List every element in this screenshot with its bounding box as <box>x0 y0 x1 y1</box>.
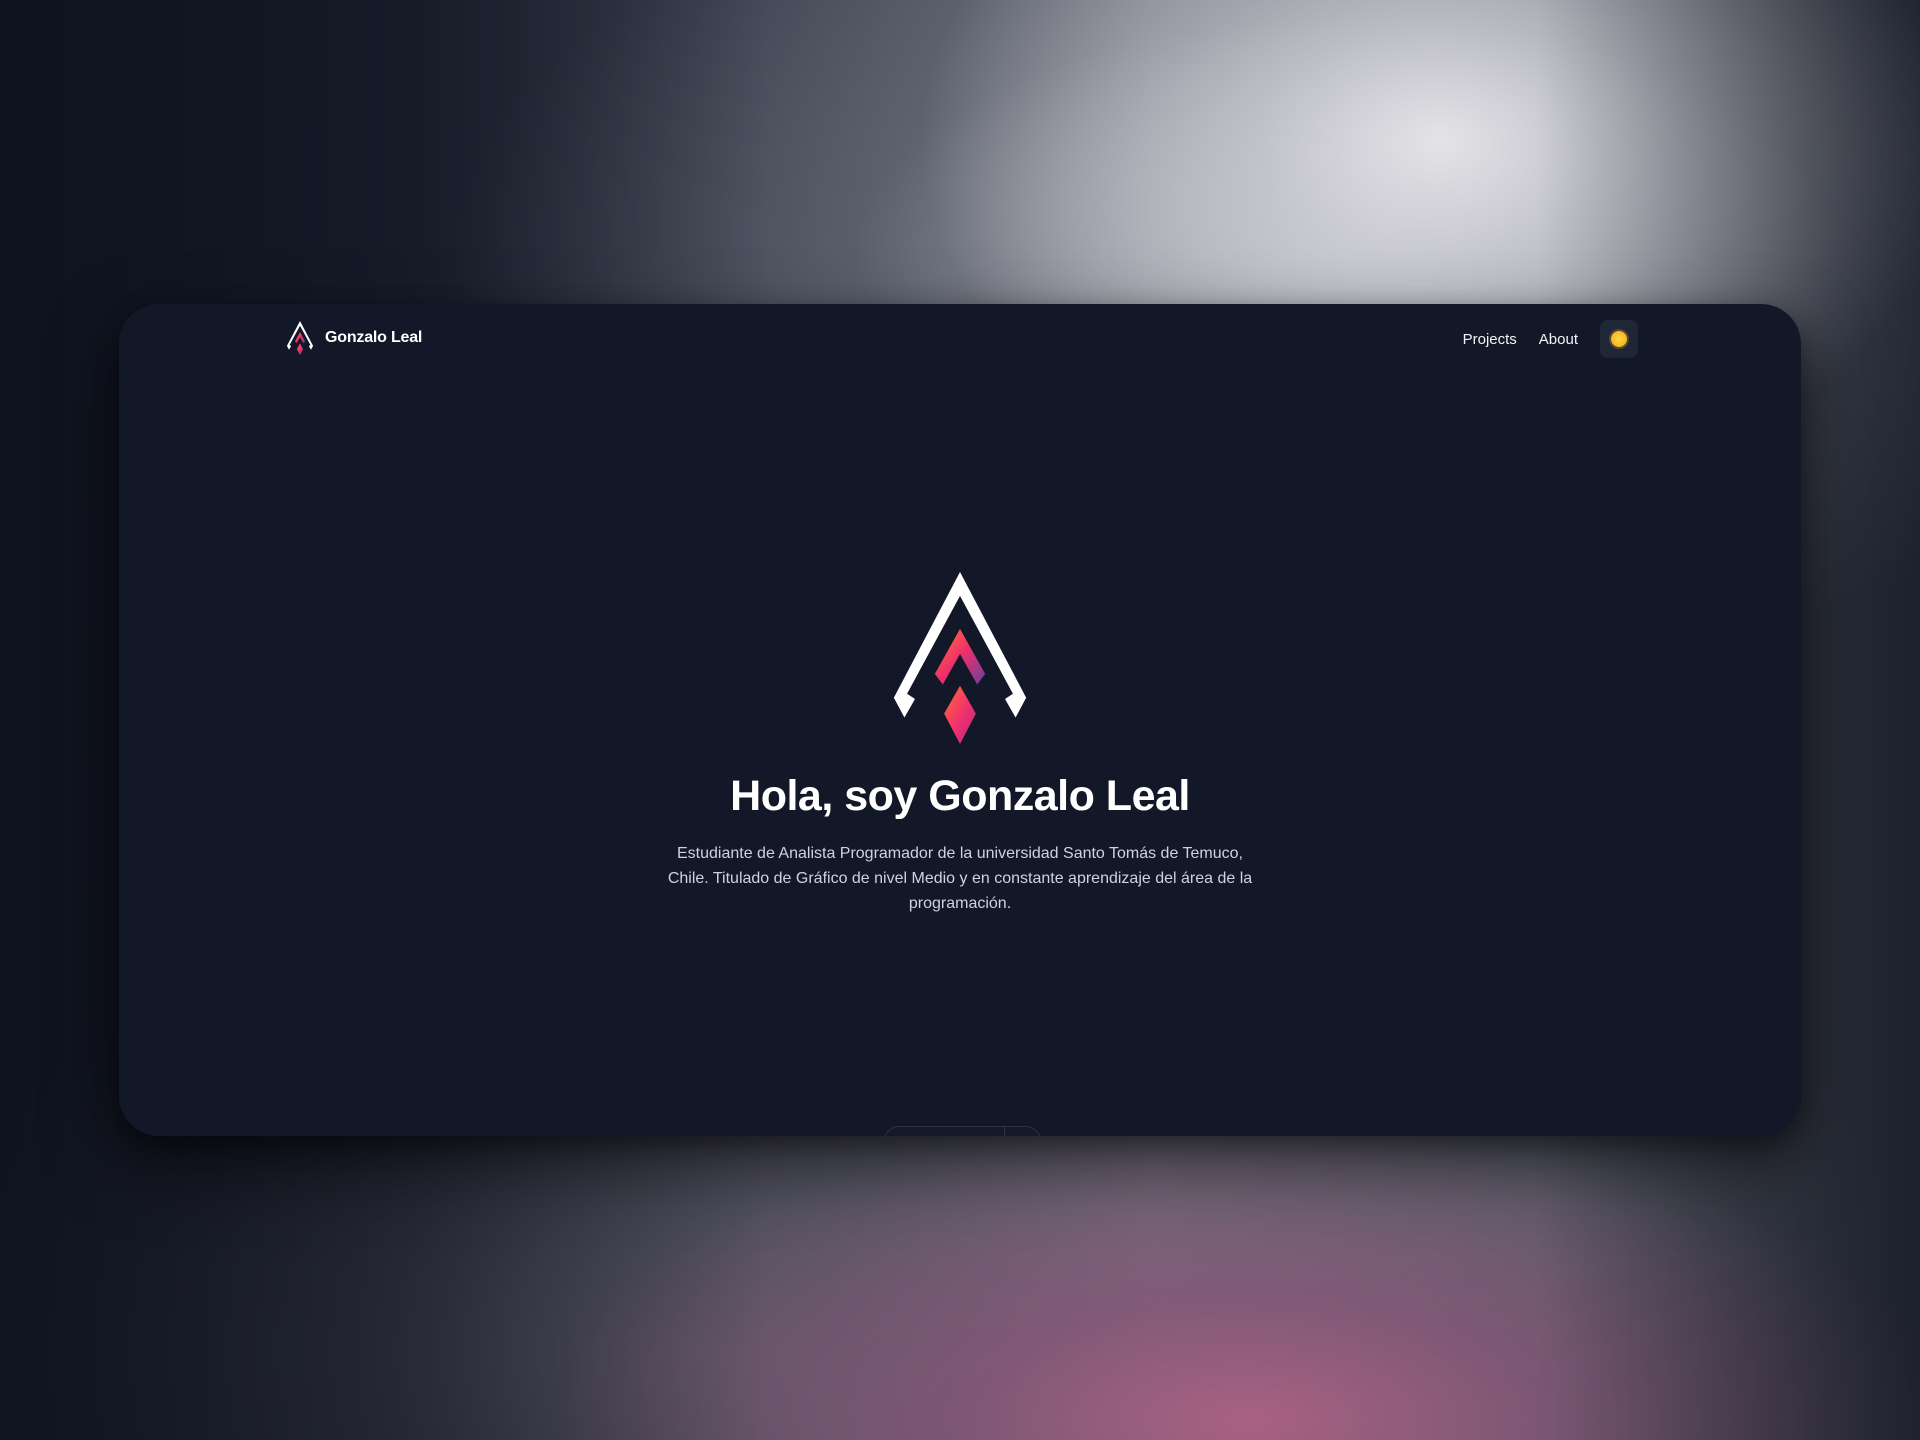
brand-logo-icon <box>286 321 314 355</box>
hero-description: Estudiante de Analista Programador de la… <box>667 845 1253 912</box>
hero-logo-icon <box>893 572 1027 744</box>
partially-hidden-element <box>884 1126 1041 1136</box>
nav-links: Projects About <box>1463 320 1638 358</box>
nav-link-about[interactable]: About <box>1539 331 1578 348</box>
brand-name: Gonzalo Leal <box>325 329 423 346</box>
theme-toggle-button[interactable] <box>1600 320 1638 358</box>
brand-link[interactable]: Gonzalo Leal <box>285 321 422 355</box>
sun-icon <box>1611 331 1627 347</box>
browser-window: Gonzalo Leal Projects About Hola, soy Go… <box>119 304 1801 1136</box>
peek-divider <box>1004 1127 1005 1136</box>
hero-title: Hola, soy Gonzalo Leal <box>730 772 1190 820</box>
hero-section: Hola, soy Gonzalo Leal Estudiante de Ana… <box>119 572 1801 916</box>
top-navbar: Gonzalo Leal Projects About <box>119 304 1801 374</box>
nav-link-projects[interactable]: Projects <box>1463 331 1517 348</box>
